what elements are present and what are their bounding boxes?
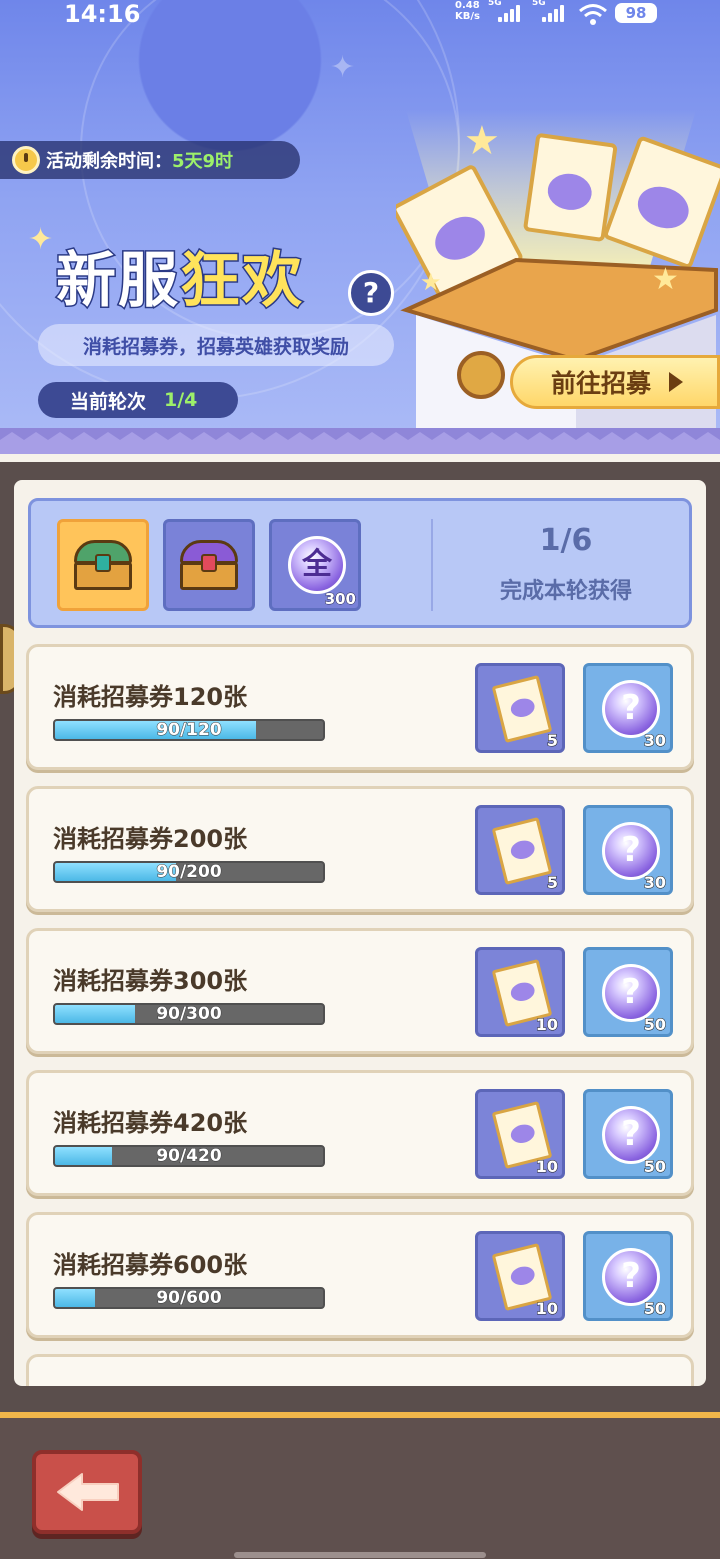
reward-count: 5 (546, 873, 558, 893)
reward-count: 30 (643, 731, 666, 751)
reward-orb[interactable]: ? 30 (583, 805, 673, 895)
wifi-icon (579, 4, 607, 25)
task-row: 消耗招募券120张 90/120 5 ? 30 (26, 644, 694, 770)
task-row: 消耗招募券420张 90/420 10 ? 50 (26, 1070, 694, 1196)
divider (431, 519, 433, 611)
mystery-orb-icon: ? (602, 964, 660, 1022)
task-title: 消耗招募券300张 (53, 967, 248, 995)
round-indicator: 当前轮次 1/4 (38, 382, 238, 418)
task-progress-text: 90/600 (156, 1288, 222, 1308)
reward-count: 10 (535, 1157, 558, 1177)
network-speed-unit: KB/s (455, 11, 480, 22)
timer-value: 5天9时 (172, 151, 234, 172)
round-label: 当前轮次 (70, 390, 147, 413)
task-title: 消耗招募券420张 (53, 1109, 248, 1137)
task-progress-bar: 90/300 (53, 1003, 325, 1025)
back-button[interactable] (32, 1450, 142, 1534)
task-title: 消耗招募券120张 (53, 683, 248, 711)
network-speed: 0.48 KB/s (455, 0, 480, 22)
task-progress-text: 90/420 (156, 1146, 222, 1166)
round-progress-caption: 完成本轮获得 (499, 579, 632, 604)
task-panel: 全 300 1/6 完成本轮获得 消耗招募券120张 90/120 5 ? 30… (14, 480, 706, 1386)
chest-purple-icon (180, 540, 238, 590)
task-progress-bar: 90/420 (53, 1145, 325, 1167)
mystery-orb-icon: ? (602, 680, 660, 738)
signal-icon (542, 5, 564, 22)
event-title-part1: 新服 (55, 245, 180, 318)
reward-ticket[interactable]: 5 (475, 805, 565, 895)
chest-gold-icon (74, 540, 132, 590)
task-row: 消耗招募券300张 90/300 10 ? 50 (26, 928, 694, 1054)
star-icon: ★ (652, 262, 679, 297)
status-time: 14:16 (64, 0, 141, 28)
ticket-icon (491, 675, 553, 743)
task-title: 消耗招募券600张 (53, 1251, 248, 1279)
reward-ticket[interactable]: 10 (475, 1231, 565, 1321)
status-bar: 14:16 0.48 KB/s 5G 5G 98 (0, 0, 720, 34)
task-progress-bar: 90/600 (53, 1287, 325, 1309)
task-progress-bar: 90/200 (53, 861, 325, 883)
task-progress-text: 90/120 (156, 720, 222, 740)
reward-ticket[interactable]: 10 (475, 947, 565, 1037)
bottom-bar (0, 1412, 720, 1559)
reward-count: 50 (643, 1157, 666, 1177)
reward-ticket[interactable]: 10 (475, 1089, 565, 1179)
reward-slot-gold-chest[interactable] (57, 519, 149, 611)
task-title: 消耗招募券200张 (53, 825, 248, 853)
help-button[interactable]: ? (348, 270, 394, 316)
reward-orb[interactable]: ? 30 (583, 663, 673, 753)
task-list: 消耗招募券120张 90/120 5 ? 30 消耗招募券200张 90/200… (26, 644, 694, 1386)
reward-slot-orb[interactable]: 全 300 (269, 519, 361, 611)
event-description: 消耗招募券，招募英雄获取奖励 (38, 324, 394, 366)
home-indicator[interactable] (234, 1552, 486, 1558)
task-progress-text: 90/200 (156, 862, 222, 882)
banner-divider (0, 428, 720, 462)
reward-count: 300 (324, 590, 356, 609)
round-progress: 1/6 (539, 523, 593, 558)
reward-count: 50 (643, 1015, 666, 1035)
round-value: 1/4 (164, 389, 198, 411)
arrow-left-icon (57, 1473, 119, 1511)
event-page: ✦ ✦ 14:16 0.48 KB/s 5G 5G 98 活动剩余时间： 5天9… (0, 0, 720, 1559)
star-icon: ★ (464, 118, 500, 164)
timer-label: 活动剩余时间： (46, 151, 172, 172)
go-recruit-label: 前往招募 (551, 369, 652, 398)
reward-count: 10 (535, 1299, 558, 1319)
task-row: 消耗招募券200张 90/200 5 ? 30 (26, 786, 694, 912)
reward-orb[interactable]: ? 50 (583, 1089, 673, 1179)
task-row-partial (26, 1354, 694, 1386)
reward-orb[interactable]: ? 50 (583, 947, 673, 1037)
mystery-orb-icon: ? (602, 1248, 660, 1306)
orb-all-icon: 全 (288, 536, 346, 594)
task-progress-bar: 90/120 (53, 719, 325, 741)
event-timer: 活动剩余时间： 5天9时 (0, 141, 300, 179)
go-recruit-button[interactable]: 前往招募 (510, 355, 720, 409)
reward-count: 10 (535, 1015, 558, 1035)
event-title-part2: 狂欢 (179, 245, 304, 318)
reward-orb[interactable]: ? 50 (583, 1231, 673, 1321)
reward-ticket[interactable]: 5 (475, 663, 565, 753)
task-progress-text: 90/300 (156, 1004, 222, 1024)
mystery-orb-icon: ? (602, 1106, 660, 1164)
event-title: 新服 狂欢 (55, 232, 304, 318)
star-icon: ★ (420, 268, 442, 296)
reward-count: 50 (643, 1299, 666, 1319)
clock-icon (12, 146, 40, 174)
star-icon: ✦ (28, 222, 54, 257)
reward-count: 30 (643, 873, 666, 893)
ticket-icon (491, 817, 553, 885)
round-reward-summary: 全 300 1/6 完成本轮获得 (28, 498, 692, 628)
network-speed-value: 0.48 (455, 0, 480, 11)
reward-count: 5 (546, 731, 558, 751)
battery-indicator: 98 (615, 3, 657, 23)
star-icon: ✦ (330, 50, 356, 85)
event-banner: ✦ ✦ 14:16 0.48 KB/s 5G 5G 98 活动剩余时间： 5天9… (0, 0, 720, 430)
task-row: 消耗招募券600张 90/600 10 ? 50 (26, 1212, 694, 1338)
mystery-orb-icon: ? (602, 822, 660, 880)
signal-icon (498, 5, 520, 22)
play-arrow-icon (669, 372, 684, 392)
reward-slot-purple-chest[interactable] (163, 519, 255, 611)
